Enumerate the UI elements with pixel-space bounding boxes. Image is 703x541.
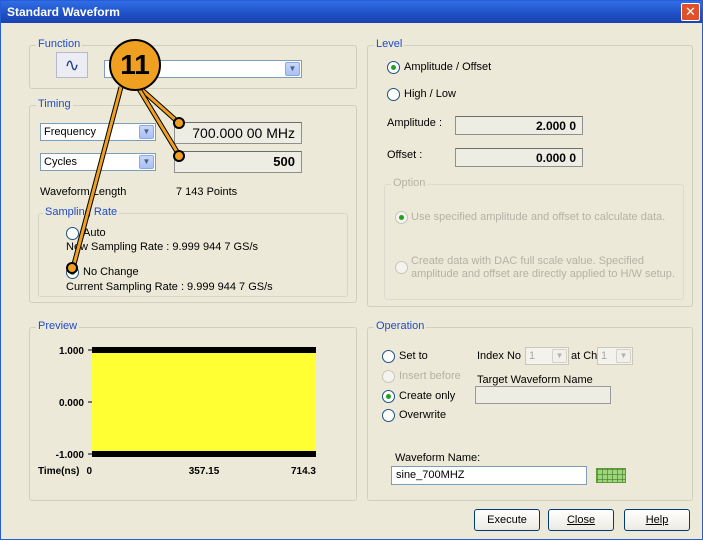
no-change-radio[interactable]	[66, 266, 79, 279]
x-tick-label: 714.3	[291, 466, 316, 477]
timing-group-label: Timing	[36, 98, 73, 110]
count-parameter-select[interactable]: Cycles ▼	[40, 153, 156, 171]
dac-full-scale-text-line1: Create data with DAC full scale value. S…	[411, 255, 644, 267]
dac-full-scale-text-line2: amplitude and offset are directly applie…	[411, 268, 675, 280]
execute-button[interactable]: Execute	[474, 509, 540, 531]
chevron-down-icon: ▼	[285, 62, 300, 76]
timing-group: Timing Frequency ▼ 700.000 00 MHz Cycles…	[29, 98, 357, 303]
waveform-length-value: 7 143 Points	[176, 186, 238, 198]
high-low-label: High / Low	[404, 88, 456, 100]
y-tick-label: 1.000	[59, 346, 84, 357]
overwrite-radio[interactable]	[382, 409, 395, 422]
function-group-label: Function	[36, 38, 83, 50]
index-no-select[interactable]: 1 ▼	[525, 347, 569, 365]
sampling-rate-group: Sampling Rate Auto New Sampling Rate : 9…	[38, 206, 348, 297]
close-icon[interactable]: ✕	[681, 3, 700, 21]
option-group-label: Option	[391, 177, 428, 189]
level-group-label: Level	[374, 38, 405, 50]
dac-full-scale-radio[interactable]	[395, 261, 408, 274]
channel-select[interactable]: 1 ▼	[597, 347, 633, 365]
cycles-value-field[interactable]: 500	[174, 151, 302, 173]
waveform-name-input[interactable]: sine_700MHZ	[391, 466, 587, 485]
keyboard-icon[interactable]	[596, 468, 626, 483]
amplitude-label: Amplitude :	[387, 117, 443, 129]
insert-before-radio[interactable]	[382, 370, 395, 383]
operation-group: Operation Set to Index No 1 ▼ at Ch 1 ▼ …	[367, 320, 693, 501]
current-sampling-rate-text: Current Sampling Rate : 9.999 944 7 GS/s	[66, 281, 273, 293]
frequency-value-field[interactable]: 700.000 00 MHz	[174, 122, 302, 144]
close-button[interactable]: Close	[548, 509, 614, 531]
chevron-down-icon: ▼	[616, 349, 631, 363]
target-waveform-name-field[interactable]	[475, 386, 611, 404]
use-specified-radio[interactable]	[395, 211, 408, 224]
auto-radio[interactable]	[66, 227, 79, 240]
create-only-radio[interactable]	[382, 390, 395, 403]
overwrite-label: Overwrite	[399, 409, 447, 421]
auto-label: Auto	[83, 227, 106, 239]
function-group: Function ∿ ▼	[29, 38, 357, 89]
x-tick-label: 0	[86, 466, 92, 477]
waveform-length-label: Waveform Length	[40, 186, 127, 198]
amplitude-offset-label: Amplitude / Offset	[404, 61, 492, 73]
sine-wave-icon[interactable]: ∿	[56, 52, 88, 78]
amplitude-field[interactable]: 2.000 0	[455, 116, 583, 135]
chevron-down-icon: ▼	[552, 349, 567, 363]
amplitude-offset-radio[interactable]	[387, 61, 400, 74]
waveform-envelope-area	[92, 350, 316, 454]
help-button[interactable]: Help	[624, 509, 690, 531]
x-tick-label: 357.15	[189, 466, 220, 477]
set-to-radio[interactable]	[382, 350, 395, 363]
chevron-down-icon: ▼	[139, 155, 154, 169]
preview-group: Preview 1.000 0.000 -1.000 Time(ns) 0 357.15 7…	[29, 320, 357, 501]
operation-group-label: Operation	[374, 320, 427, 332]
chevron-down-icon: ▼	[139, 125, 154, 139]
callout-badge: 11	[109, 39, 161, 91]
x-axis-label: Time(ns)	[38, 466, 80, 477]
target-waveform-name-label: Target Waveform Name	[477, 374, 593, 386]
index-no-label: Index No	[477, 350, 522, 362]
title-bar: Standard Waveform ✕	[1, 1, 702, 23]
preview-chart: 1.000 0.000 -1.000 Time(ns) 0 357.15 714.3	[38, 346, 316, 477]
set-to-label: Set to	[399, 350, 428, 362]
option-group: Option Use specified amplitude and offse…	[384, 177, 684, 300]
window-title: Standard Waveform	[7, 5, 120, 19]
sampling-rate-label: Sampling Rate	[43, 206, 120, 218]
offset-label: Offset :	[387, 149, 423, 161]
use-specified-text: Use specified amplitude and offset to ca…	[411, 211, 666, 223]
y-tick-label: -1.000	[56, 450, 85, 461]
level-group: Level Amplitude / Offset High / Low Ampl…	[367, 38, 693, 307]
high-low-radio[interactable]	[387, 88, 400, 101]
create-only-label: Create only	[399, 390, 456, 402]
timing-parameter-select[interactable]: Frequency ▼	[40, 123, 156, 141]
waveform-name-label: Waveform Name:	[395, 452, 481, 464]
standard-waveform-dialog: Standard Waveform ✕ Function ∿ ▼ Timing …	[0, 0, 703, 540]
new-sampling-rate-text: New Sampling Rate : 9.999 944 7 GS/s	[66, 241, 258, 253]
offset-field[interactable]: 0.000 0	[455, 148, 583, 167]
at-ch-label: at Ch	[571, 350, 598, 362]
no-change-label: No Change	[83, 266, 139, 278]
insert-before-label: Insert before	[399, 370, 461, 382]
y-tick-label: 0.000	[59, 398, 84, 409]
